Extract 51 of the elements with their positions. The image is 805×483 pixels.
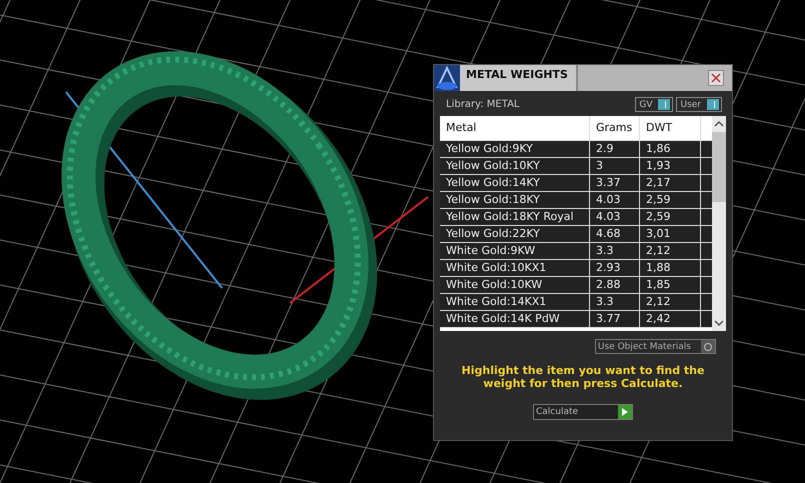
play-icon xyxy=(621,407,629,417)
scroll-up-icon[interactable] xyxy=(714,120,724,128)
table-cell: 1,93 xyxy=(640,158,701,174)
table-cell: 3.37 xyxy=(590,175,640,191)
column-header[interactable]: DWT xyxy=(640,116,701,140)
table-cell: Yellow Gold:18KY Royal xyxy=(440,209,590,225)
table-cell: Yellow Gold:18KY xyxy=(440,192,590,208)
instruction-text: Highlight the item you want to find the weight for then press Calculate. xyxy=(460,364,706,390)
toggle-button[interactable]: GV xyxy=(635,97,674,112)
table-cell: 2,59 xyxy=(640,209,701,225)
scrollbar[interactable] xyxy=(712,116,726,331)
panel-title: METAL WEIGHTS xyxy=(460,65,578,91)
table-cell: 2,12 xyxy=(640,294,701,310)
column-header[interactable]: Metal xyxy=(440,116,590,140)
table-cell: 2,12 xyxy=(640,243,701,259)
app-logo-icon xyxy=(434,65,460,91)
close-icon xyxy=(708,70,724,86)
table-cell: White Gold:14K PdW xyxy=(440,311,590,327)
table-cell: 4.03 xyxy=(590,192,640,208)
column-header[interactable]: Grams xyxy=(590,116,640,140)
toggle-button[interactable]: User xyxy=(676,97,722,112)
table-cell: White Gold:9KW xyxy=(440,243,590,259)
table-cell: 2,42 xyxy=(640,311,701,327)
table-cell: 2,17 xyxy=(640,175,701,191)
close-button[interactable] xyxy=(704,65,732,91)
table-cell: 4.68 xyxy=(590,226,640,242)
table-cell: Yellow Gold:22KY xyxy=(440,226,590,242)
table-cell: 3 xyxy=(590,158,640,174)
table-cell: 1,85 xyxy=(640,277,701,293)
table-cell: 3.3 xyxy=(590,294,640,310)
table-cell: 3.3 xyxy=(590,243,640,259)
scroll-down-icon[interactable] xyxy=(714,319,724,327)
table-cell: 2.9 xyxy=(590,141,640,157)
table-cell: 4.03 xyxy=(590,209,640,225)
table-cell: White Gold:10KX1 xyxy=(440,260,590,276)
table-cell: 3.77 xyxy=(590,311,640,327)
table-cell: 2.88 xyxy=(590,277,640,293)
table-cell: 1,88 xyxy=(640,260,701,276)
use-object-materials-toggle[interactable]: Use Object Materials xyxy=(594,339,716,354)
table-cell: 2.93 xyxy=(590,260,640,276)
table-cell: Yellow Gold:10KY xyxy=(440,158,590,174)
table-cell: 3,01 xyxy=(640,226,701,242)
table-cell: Yellow Gold:9KY xyxy=(440,141,590,157)
scrollbar-thumb[interactable] xyxy=(712,132,726,202)
table-cell: White Gold:14KX1 xyxy=(440,294,590,310)
table-cell: White Gold:10KW xyxy=(440,277,590,293)
table-cell: 1,86 xyxy=(640,141,701,157)
library-label: Library: METAL xyxy=(446,99,520,110)
table-cell: Yellow Gold:14KY xyxy=(440,175,590,191)
table-cell: 2,59 xyxy=(640,192,701,208)
calculate-button[interactable]: Calculate xyxy=(533,404,633,420)
